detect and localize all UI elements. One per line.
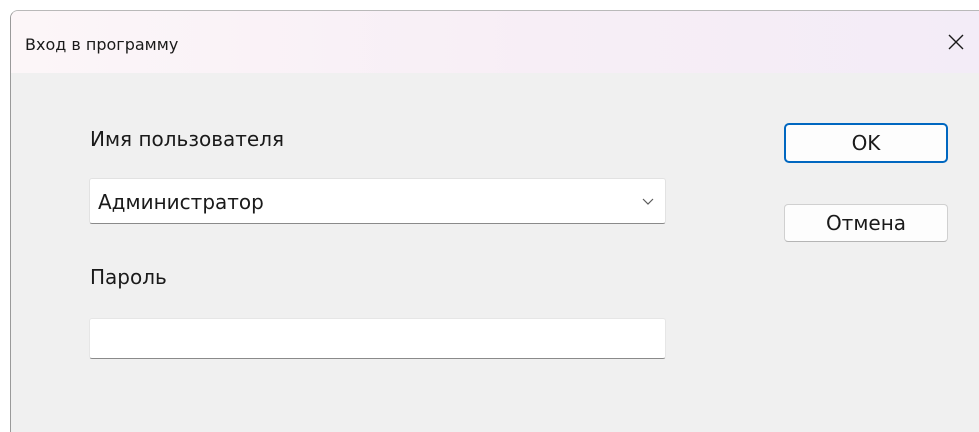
cancel-button[interactable]: Отмена (784, 204, 948, 242)
username-combobox[interactable]: Администратор (89, 178, 666, 224)
username-label: Имя пользователя (90, 127, 285, 151)
window-title: Вход в программу (25, 35, 179, 54)
chevron-down-icon[interactable] (641, 194, 655, 208)
login-dialog: Вход в программу Имя пользователя Админи… (10, 10, 979, 432)
password-label: Пароль (90, 265, 167, 289)
close-button[interactable] (933, 11, 979, 73)
password-field[interactable] (89, 318, 666, 359)
ok-button[interactable]: OK (784, 123, 948, 163)
close-icon (948, 34, 964, 50)
title-bar[interactable]: Вход в программу (11, 11, 979, 73)
username-value: Администратор (98, 190, 264, 214)
